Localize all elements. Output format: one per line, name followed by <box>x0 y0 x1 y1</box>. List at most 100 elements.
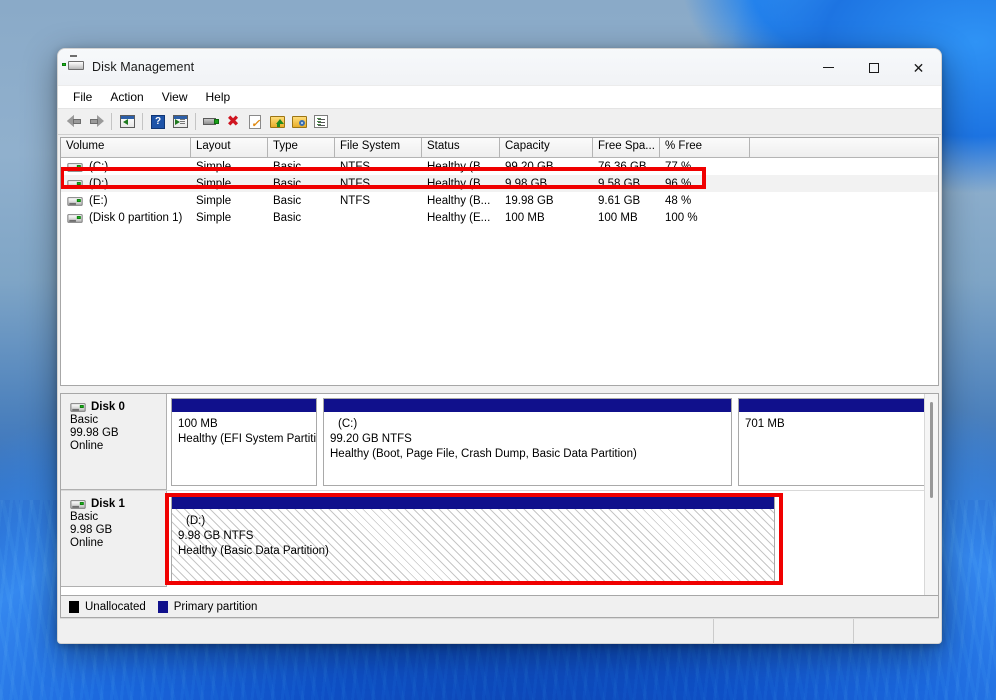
legend-swatch-unallocated <box>69 600 79 613</box>
delete-volume-icon[interactable]: ✖ <box>222 111 244 133</box>
cell-type: Basic <box>273 194 302 207</box>
properties-icon[interactable]: ✓ <box>244 111 266 133</box>
cell-volume: (E:) <box>61 195 191 207</box>
partition-color-bar <box>324 399 731 412</box>
cell-percent_free: 100 % <box>665 211 698 224</box>
show-hide-action-pane-icon[interactable] <box>169 111 191 133</box>
partition-block[interactable]: (D:) 9.98 GB NTFS Healthy (Basic Data Part… <box>171 495 775 583</box>
cell-capacity: 99.20 GB <box>505 160 554 173</box>
table-row[interactable]: (E:) Simple Basic NTFS Healthy (B... 19.98 GB… <box>61 192 938 209</box>
disk-state: Online <box>70 537 104 549</box>
volume-drive-icon <box>67 178 83 189</box>
back-arrow-icon[interactable] <box>63 111 85 133</box>
partition-size: 99.20 GB NTFS <box>330 433 412 445</box>
pane-splitter[interactable] <box>60 386 939 393</box>
cell-free_space: 76.36 GB <box>598 160 647 173</box>
column-header-capacity[interactable]: Capacity <box>500 138 593 158</box>
partition-legend: Unallocated Primary partition <box>60 596 939 618</box>
partition-block[interactable]: 701 MB <box>738 398 924 486</box>
cell-volume: (Disk 0 partition 1) <box>61 212 191 224</box>
menu-item-view[interactable]: View <box>153 88 197 106</box>
cell-capacity: 19.98 GB <box>505 194 554 207</box>
column-header-layout[interactable]: Layout <box>191 138 268 158</box>
disk-name: Disk 1 <box>70 498 166 510</box>
scrollbar-thumb[interactable] <box>930 402 933 498</box>
partition-details: 100 MB Healthy (EFI System Partiti <box>172 412 316 485</box>
extend-volume-icon[interactable] <box>266 111 288 133</box>
disk-icon <box>70 498 86 509</box>
maximize-button[interactable] <box>851 49 896 86</box>
partition-status: Healthy (EFI System Partiti <box>178 433 317 445</box>
cell-type: Basic <box>273 160 302 173</box>
disk-state: Online <box>70 440 104 452</box>
cell-layout: Simple <box>196 211 232 224</box>
cell-volume: (C:) <box>61 161 191 173</box>
partition-size: 100 MB <box>178 418 218 430</box>
cell-volume-label: (D:) <box>89 177 109 190</box>
cell-type: Basic <box>273 211 302 224</box>
menu-item-action[interactable]: Action <box>101 88 152 106</box>
show-hide-console-tree-icon[interactable] <box>116 111 138 133</box>
cell-status: Healthy (B... <box>427 194 491 207</box>
cell-file_system: NTFS <box>340 177 371 190</box>
window-titlebar[interactable]: Disk Management ✕ <box>58 49 941 86</box>
disk-icon <box>70 401 86 412</box>
column-header-file-system[interactable]: File System <box>335 138 422 158</box>
volume-drive-icon <box>67 161 83 172</box>
menu-bar: File Action View Help <box>58 86 941 109</box>
disk-info-0[interactable]: Disk 0 Basic 99.98 GB Online <box>61 394 167 490</box>
cell-free_space: 9.61 GB <box>598 194 641 207</box>
cell-volume-label: (Disk 0 partition 1) <box>89 211 183 224</box>
cell-volume-label: (C:) <box>89 160 109 173</box>
cell-layout: Simple <box>196 160 232 173</box>
legend-label-unallocated: Unallocated <box>85 600 146 613</box>
graphical-pane-scrollbar[interactable] <box>924 394 938 595</box>
disk-name-label: Disk 0 <box>91 401 125 413</box>
partition-block[interactable]: (C:) 99.20 GB NTFS Healthy (Boot, Page Fil… <box>323 398 732 486</box>
status-pane-3 <box>854 619 939 643</box>
partition-block[interactable]: 100 MB Healthy (EFI System Partiti <box>171 398 317 486</box>
window-controls: ✕ <box>806 49 941 86</box>
column-header-type[interactable]: Type <box>268 138 335 158</box>
list-view-icon[interactable] <box>310 111 332 133</box>
menu-item-file[interactable]: File <box>64 88 101 106</box>
disk-type: Basic <box>70 511 99 523</box>
toolbar: ? ✖ ✓ <box>58 109 941 135</box>
partition-status: Healthy (Boot, Page File, Crash Dump, Ba… <box>330 448 637 460</box>
close-button[interactable]: ✕ <box>896 49 941 86</box>
column-header--free[interactable]: % Free <box>660 138 750 158</box>
cell-percent_free: 77 % <box>665 160 692 173</box>
column-header-free-spa[interactable]: Free Spa... <box>593 138 660 158</box>
explore-volume-icon[interactable] <box>288 111 310 133</box>
rescan-disks-icon[interactable] <box>200 111 222 133</box>
close-icon: ✕ <box>912 59 925 76</box>
cell-layout: Simple <box>196 194 232 207</box>
cell-capacity: 100 MB <box>505 211 545 224</box>
partition-size: 9.98 GB NTFS <box>178 530 254 542</box>
cell-percent_free: 48 % <box>665 194 692 207</box>
disk-row-disk-1: Disk 1 Basic 9.98 GB Online (D:) 9.98 GB NTFS… <box>61 491 924 587</box>
help-icon[interactable]: ? <box>147 111 169 133</box>
toolbar-separator <box>142 113 143 130</box>
disk-list: Disk 0 Basic 99.98 GB Online 100 MB Healthy (… <box>61 394 924 595</box>
minimize-button[interactable] <box>806 49 851 86</box>
forward-arrow-icon[interactable] <box>85 111 107 133</box>
cell-status: Healthy (B... <box>427 160 491 173</box>
column-header-status[interactable]: Status <box>422 138 500 158</box>
partition-label: (D:) <box>186 515 206 527</box>
partition-color-bar <box>172 399 316 412</box>
main-content: Volume Layout Type File System Status Capacit… <box>58 135 941 643</box>
menu-item-help[interactable]: Help <box>197 88 240 106</box>
volume-list-header: Volume Layout Type File System Status Capacit… <box>61 138 938 158</box>
table-row[interactable]: (D:) Simple Basic NTFS Healthy (B... 9.98 GB 9… <box>61 175 938 192</box>
status-bar <box>60 618 939 643</box>
legend-swatch-primary-partition <box>157 600 168 613</box>
table-row[interactable]: (C:) Simple Basic NTFS Healthy (B... 99.20 GB… <box>61 158 938 175</box>
partition-size: 701 MB <box>745 418 785 430</box>
disk-drive-icon <box>62 55 84 75</box>
volume-list-rows: (C:) Simple Basic NTFS Healthy (B... 99.20 GB… <box>61 158 938 226</box>
status-pane-1 <box>60 619 714 643</box>
table-row[interactable]: (Disk 0 partition 1) Simple Basic Healthy (… <box>61 209 938 226</box>
column-header-volume[interactable]: Volume <box>61 138 191 158</box>
disk-info-1[interactable]: Disk 1 Basic 9.98 GB Online <box>61 491 167 587</box>
